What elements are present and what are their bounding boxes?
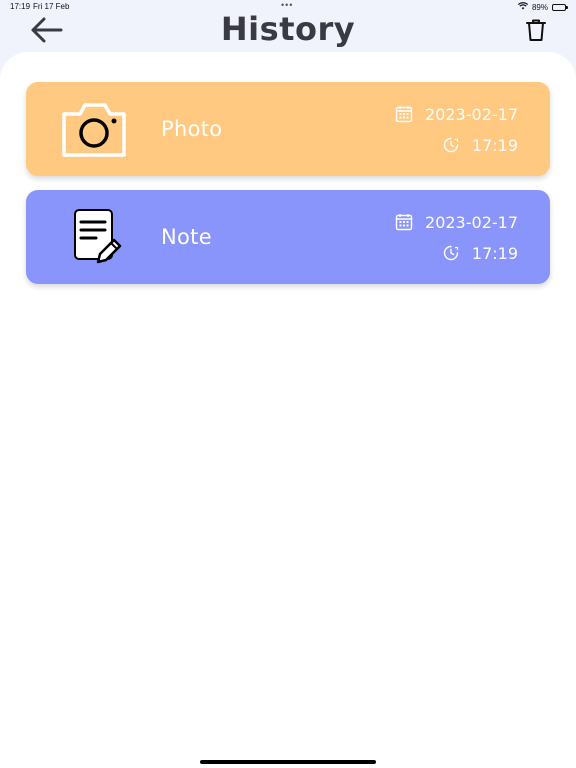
- calendar-icon: [395, 213, 413, 231]
- delete-all-button[interactable]: [520, 14, 552, 46]
- clock-icon: [442, 136, 460, 154]
- history-item-date: 2023-02-17: [425, 104, 518, 124]
- camera-icon: [60, 100, 128, 158]
- clock-icon: [442, 244, 460, 262]
- page-title: History: [220, 10, 356, 48]
- note-edit-icon: [60, 208, 128, 266]
- calendar-icon: [395, 105, 413, 123]
- header: History: [0, 0, 576, 56]
- history-item-date: 2023-02-17: [425, 212, 518, 232]
- history-item-time: 17:19: [471, 135, 518, 155]
- history-item-title: Photo: [161, 117, 223, 141]
- history-item-time: 17:19: [471, 243, 518, 263]
- date-row: 2023-02-17: [395, 102, 518, 126]
- history-list: Photo 2023-02-17 17:19 Note 2023-02-17 1…: [0, 52, 576, 768]
- trash-icon: [526, 19, 546, 41]
- history-item-title: Note: [161, 225, 212, 249]
- time-row: 17:19: [395, 133, 518, 157]
- home-indicator[interactable]: [200, 760, 376, 764]
- history-item-note[interactable]: Note 2023-02-17 17:19: [26, 190, 550, 284]
- history-item-photo[interactable]: Photo 2023-02-17 17:19: [26, 82, 550, 176]
- history-item-meta: 2023-02-17 17:19: [395, 102, 518, 157]
- time-row: 17:19: [395, 241, 518, 265]
- history-item-meta: 2023-02-17 17:19: [395, 210, 518, 265]
- date-row: 2023-02-17: [395, 210, 518, 234]
